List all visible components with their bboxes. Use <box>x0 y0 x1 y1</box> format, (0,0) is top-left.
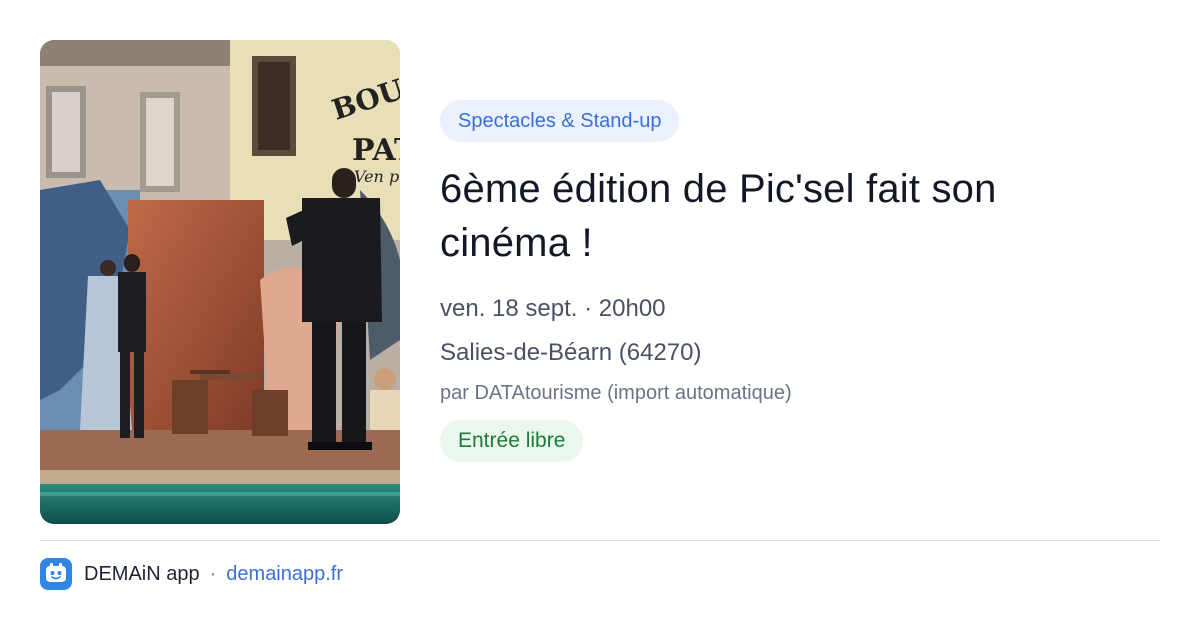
event-photo[interactable]: BOU PAT Ven p <box>40 40 400 524</box>
event-details: Spectacles & Stand-up 6ème édition de Pi… <box>440 100 1160 462</box>
event-title: 6ème édition de Pic'sel fait son cinéma … <box>440 167 997 265</box>
datetime-separator: · <box>584 295 593 322</box>
event-time: 20h00 <box>598 295 666 322</box>
price-badge: Entrée libre <box>440 420 584 462</box>
svg-text:PAT: PAT <box>352 133 400 168</box>
app-name: DEMAiN app <box>84 562 200 585</box>
category-badge[interactable]: Spectacles & Stand-up <box>440 100 680 142</box>
footer: DEMAiN app · demainapp.fr <box>40 558 343 590</box>
event-organizer: par DATAtourisme (import automatique) <box>440 382 792 404</box>
footer-separator: · <box>209 562 217 585</box>
event-datetime: ven. 18 sept. · 20h00 <box>440 292 1160 326</box>
footer-divider <box>40 540 1160 541</box>
svg-text:Ven p: Ven p <box>354 167 399 186</box>
event-location: Salies-de-Béarn (64270) <box>440 339 702 366</box>
event-date: ven. 18 sept. <box>440 295 578 322</box>
event-photo-illustration: BOU PAT Ven p <box>40 40 400 524</box>
demain-app-logo-icon[interactable] <box>40 558 72 590</box>
app-website-link[interactable]: demainapp.fr <box>226 563 343 586</box>
